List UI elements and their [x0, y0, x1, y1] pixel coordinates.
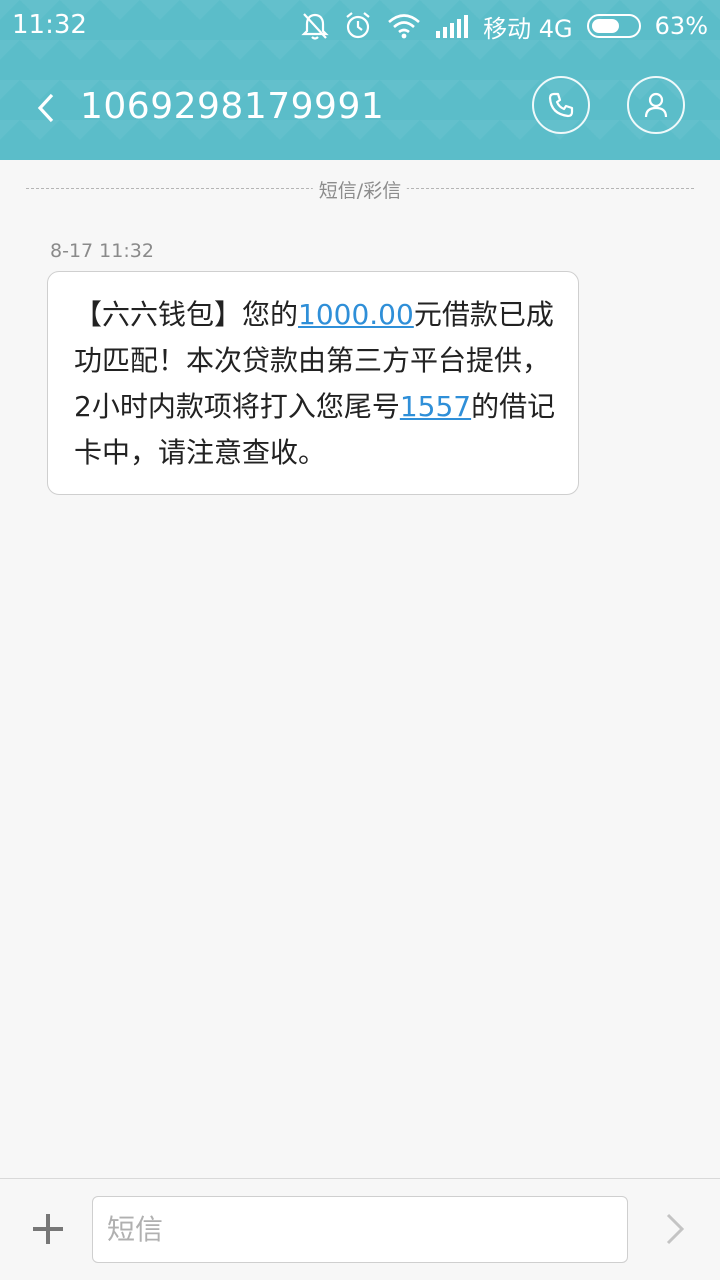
- signal-icon: [435, 13, 469, 39]
- contact-button[interactable]: [627, 76, 685, 134]
- card-number-link[interactable]: 1557: [400, 390, 471, 423]
- message-bubble[interactable]: 【六六钱包】您的1000.00元借款已成功匹配！本次贷款由第三方平台提供，2小时…: [47, 271, 579, 495]
- conversation-title: 1069298179991: [80, 86, 385, 127]
- carrier-label: 移动 4G: [483, 14, 573, 43]
- person-icon: [644, 92, 668, 118]
- status-time: 11:32: [12, 10, 87, 40]
- battery-level-fill: [591, 19, 620, 33]
- wifi-icon: [387, 13, 421, 39]
- plus-icon: [33, 1214, 63, 1244]
- divider-label: 短信/彩信: [312, 176, 408, 203]
- call-button[interactable]: [532, 76, 590, 134]
- chevron-right-icon: [666, 1213, 685, 1245]
- battery-icon: [586, 14, 641, 38]
- title-bar: 1069298179991: [0, 60, 720, 160]
- send-button[interactable]: [660, 1209, 690, 1249]
- sms-input[interactable]: [92, 1196, 628, 1263]
- battery-percent: 63%: [654, 12, 708, 40]
- alarm-icon: [343, 11, 373, 41]
- amount-link[interactable]: 1000.00: [298, 298, 414, 331]
- mute-bell-icon: [301, 11, 329, 41]
- message-timestamp: 8-17 11:32: [50, 240, 154, 262]
- message-text: 【六六钱包】您的: [74, 298, 299, 331]
- app-header: 11:32 移动 4G 63% 1069298179991: [0, 0, 720, 160]
- status-icons: 移动 4G 63%: [301, 8, 708, 44]
- phone-icon: [548, 92, 574, 118]
- message-type-divider: 短信/彩信: [26, 176, 694, 203]
- status-bar: 11:32 移动 4G 63%: [0, 0, 720, 52]
- attach-button[interactable]: [28, 1209, 68, 1249]
- composer-bar: [0, 1178, 720, 1280]
- back-button[interactable]: [26, 88, 66, 128]
- chevron-left-icon: [37, 93, 54, 123]
